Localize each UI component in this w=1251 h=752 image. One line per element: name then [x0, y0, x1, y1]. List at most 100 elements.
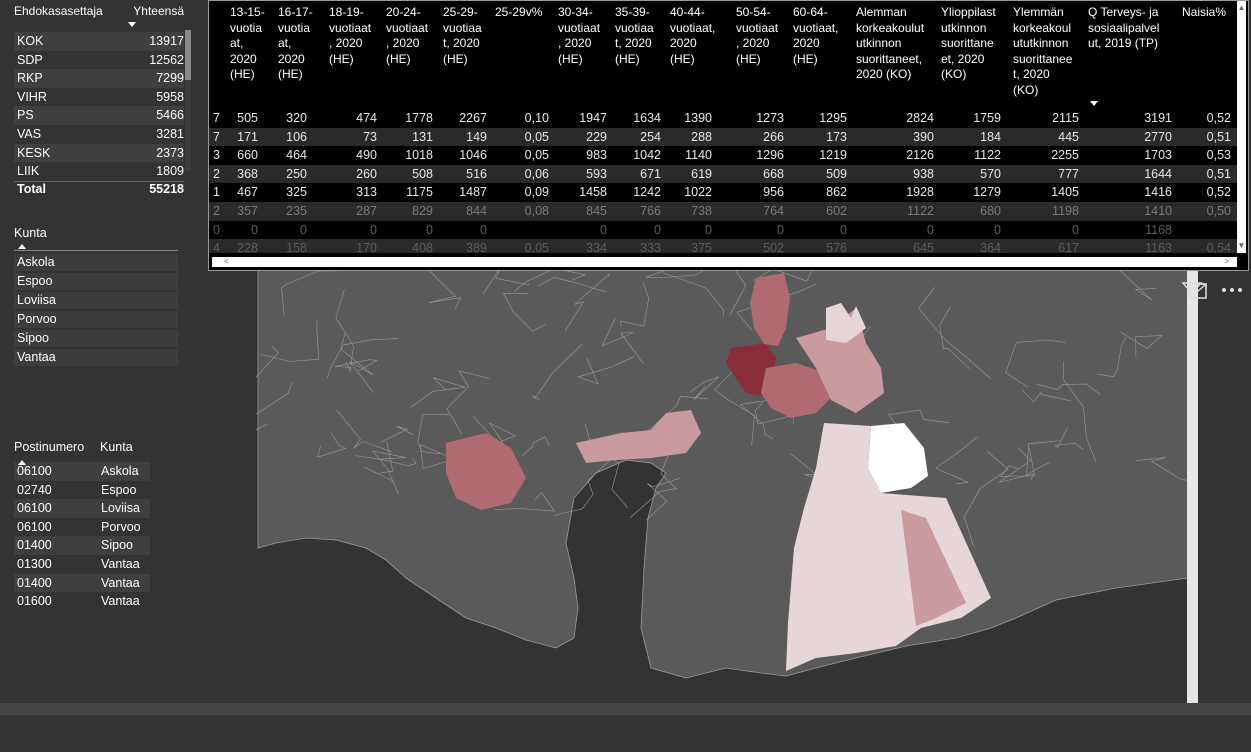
table-row[interactable]: 4 228 158 170 408 389 0,05 334 333 375 502 576 645 36… [209, 239, 1239, 253]
table-row[interactable]: RKP 7299 [14, 69, 184, 88]
row-lead-cell: 2 [213, 166, 220, 181]
table-cell: 490 [356, 148, 377, 163]
column-header-line: (HE) [329, 51, 354, 66]
kunta-column-header[interactable]: Kunta [100, 440, 150, 462]
table-cell: 956 [763, 185, 784, 200]
table-row[interactable]: 7 505 320 474 1778 2267 0,10 1947 1634 1390 1273 12… [209, 109, 1239, 128]
table-row[interactable]: 01600 Vantaa [14, 592, 150, 611]
table-row[interactable]: SDP 12562 [14, 51, 184, 70]
table-cell: 158 [286, 241, 307, 253]
column-header[interactable]: 35-39- vuotiaa t, 2020 (HE) [615, 5, 654, 67]
scroll-left-icon[interactable]: < [224, 257, 229, 267]
party-table-header: Ehdokasasettaja Yhteensä [14, 4, 184, 32]
map-canvas[interactable] [246, 234, 1206, 698]
column-header[interactable]: 20-24- vuotiaat, 2020 (HE) [386, 5, 428, 67]
kunta-slicer-title[interactable]: Kunta [14, 226, 178, 249]
column-header-line: vuotia [278, 20, 311, 35]
column-header[interactable]: Alemman korkeakoulut utkinnon suorittaneet,… [856, 5, 924, 83]
column-header-line: vuotiaa [615, 20, 654, 35]
column-header-line: (HE) [230, 67, 255, 81]
slicer-item[interactable]: Sipoo [14, 330, 178, 347]
table-row[interactable]: VAS 3281 [14, 125, 184, 144]
party-votes-table[interactable]: Ehdokasasettaja Yhteensä KOK 13917 SDP 1256… [14, 4, 184, 196]
table-row[interactable]: 1 467 325 313 1175 1487 0,09 1458 1242 1022 956 862… [209, 183, 1239, 202]
table-vertical-scrollbar[interactable]: ▲ ▼ [1237, 1, 1246, 253]
table-row[interactable]: PS 5466 [14, 106, 184, 125]
slicer-item[interactable]: Askola [14, 254, 178, 271]
party-total: 5958 [156, 89, 184, 104]
party-table-scrollbar[interactable] [185, 30, 191, 170]
postinumero-column-header[interactable]: Postinumero [14, 440, 100, 462]
column-header[interactable]: 16-17- vuotia at, 2020 (HE) [278, 5, 313, 83]
column-header[interactable]: 50-54- vuotiaat, 2020 (HE) [736, 5, 778, 67]
more-options-icon[interactable] [1220, 281, 1244, 299]
table-row[interactable]: 06100 Loviisa [14, 499, 150, 518]
table-cell: 173 [826, 129, 847, 144]
table-row[interactable]: 3 660 464 490 1018 1046 0,05 983 1042 1140 1296 121… [209, 146, 1239, 165]
table-row[interactable]: 01300 Vantaa [14, 555, 150, 574]
column-header[interactable]: Ylemmän korkeakoul ututkinnon suorittanee t,… [1013, 5, 1072, 98]
table-cell: 288 [691, 129, 712, 144]
table-cell: 250 [286, 166, 307, 181]
party-total: 1809 [156, 164, 184, 179]
party-total: 13917 [149, 34, 184, 48]
slicer-item[interactable]: Loviisa [14, 292, 178, 309]
party-total: 3281 [156, 126, 184, 141]
table-cell: 170 [356, 241, 377, 253]
table-cell: 1219 [819, 148, 847, 163]
table-cell: 464 [286, 148, 307, 163]
table-row[interactable]: KOK 13917 [14, 32, 184, 51]
column-header[interactable]: Ylioppilast utkinnon suorittane et, 2020 (KO… [941, 5, 996, 83]
scrollbar-thumb[interactable] [185, 30, 191, 80]
column-header[interactable]: 18-19- vuotiaat, 2020 (HE) [329, 5, 371, 67]
table-cell: 1778 [405, 111, 433, 125]
table-row[interactable]: 7 171 106 73 131 149 0,05 229 254 288 266 173 390 184… [209, 127, 1239, 147]
scroll-right-icon[interactable]: > [1224, 257, 1229, 267]
focus-mode-icon[interactable] [1188, 281, 1210, 301]
table-row[interactable]: 0 0 0 0 0 0 0 0 0 0 0 0 0 0 1168 [209, 221, 1239, 240]
slicer-item[interactable]: Vantaa [14, 349, 178, 366]
column-header[interactable]: 60-64- vuotiaat, 2020 (HE) [793, 5, 838, 67]
table-cell: 0,51 [1206, 129, 1231, 144]
column-header[interactable]: 25-29- vuotiaa t, 2020 (HE) [443, 5, 482, 67]
table-row[interactable]: LIIK 1809 [14, 162, 184, 181]
table-row[interactable]: 06100 Porvoo [14, 518, 150, 537]
table-row[interactable]: 2 357 235 287 829 844 0,08 845 766 738 764 602 1122 6… [209, 202, 1239, 221]
scroll-up-icon[interactable]: ▲ [1237, 3, 1246, 12]
table-row[interactable]: 2 368 250 260 508 516 0,06 593 671 619 668 509 938 57… [209, 164, 1239, 184]
demographics-table[interactable]: 13-15- vuotia at, 2020 (HE) 16-17- vuotia at, 20… [208, 0, 1249, 271]
column-header-line: (HE) [558, 51, 583, 66]
postcode-table-header: Postinumero Kunta [14, 440, 150, 465]
column-header[interactable]: Naisia% [1182, 5, 1226, 21]
choropleth-map[interactable] [246, 234, 1206, 698]
scroll-down-icon[interactable]: ▼ [1237, 241, 1246, 250]
table-row[interactable]: VIHR 5958 [14, 88, 184, 107]
column-header[interactable]: 13-15- vuotia at, 2020 (HE) [230, 5, 265, 83]
party-column-header[interactable]: Ehdokasasettaja [14, 4, 116, 32]
column-header[interactable]: 25-29v% [495, 5, 542, 21]
map-scrollbar[interactable] [1187, 248, 1198, 703]
total-column-header[interactable]: Yhteensä [116, 4, 184, 32]
kunta-slicer[interactable]: Kunta Askola Espoo Loviisa Porvoo Sipoo Vanta… [14, 226, 178, 368]
table-cell: 390 [913, 129, 934, 144]
table-cell: 0 [927, 222, 934, 237]
column-header[interactable]: 30-34- vuotiaat, 2020 (HE) [558, 5, 600, 67]
table-cell: 1168 [1145, 222, 1172, 237]
slicer-item[interactable]: Porvoo [14, 311, 178, 328]
column-header[interactable]: 40-44- vuotiaat, 2020 (HE) [670, 5, 715, 67]
slicer-item[interactable]: Espoo [14, 273, 178, 290]
table-row[interactable]: KESK 2373 [14, 143, 184, 163]
table-cell: 829 [412, 204, 433, 218]
table-horizontal-scrollbar[interactable]: < > [212, 257, 1237, 267]
postcode-table[interactable]: Postinumero Kunta 06100 Askola 02740 Espoo 0… [14, 440, 150, 611]
table-cell: 1242 [633, 185, 661, 200]
table-row[interactable]: 06100 Askola [14, 462, 150, 481]
table-cell: 738 [691, 204, 712, 218]
table-cell: 617 [1058, 241, 1079, 253]
column-header-line: 13-15- [230, 5, 265, 19]
table-cell: 287 [356, 204, 377, 218]
table-row[interactable]: 01400 Sipoo [14, 536, 150, 555]
column-header[interactable]: Q Terveys- ja sosiaalipalvel ut, 2019 (TP) [1088, 5, 1159, 52]
table-row[interactable]: 02740 Espoo [14, 481, 150, 500]
table-row[interactable]: 01400 Vantaa [14, 573, 150, 593]
